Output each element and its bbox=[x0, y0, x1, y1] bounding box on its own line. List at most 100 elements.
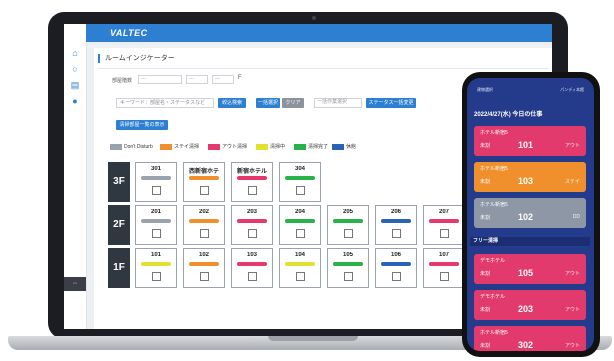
room-checkbox[interactable] bbox=[344, 229, 353, 238]
room-status-bar bbox=[333, 262, 363, 266]
room-card[interactable]: 304 bbox=[279, 162, 321, 202]
room-checkbox[interactable] bbox=[248, 229, 257, 238]
room-number: 301 bbox=[150, 166, 161, 172]
legend-label: Don't Disturb bbox=[124, 144, 153, 150]
floor-select-2[interactable]: --- bbox=[186, 75, 208, 84]
room-checkbox[interactable] bbox=[248, 186, 257, 195]
legend-label: ステイ清掃 bbox=[174, 144, 200, 150]
building-icon[interactable]: ▤ bbox=[70, 80, 80, 90]
room-status-bar bbox=[333, 219, 363, 223]
room-checkbox[interactable] bbox=[152, 229, 161, 238]
room-card[interactable]: 205 bbox=[327, 205, 369, 245]
job-card[interactable]: ホテル新宿5 未割 103 ステイ bbox=[474, 162, 586, 192]
room-checkbox[interactable] bbox=[440, 229, 449, 238]
job-type: アウト bbox=[564, 271, 580, 277]
job-hotel-name: デモホテル bbox=[480, 258, 506, 264]
room-card[interactable]: 西新宿ホテ bbox=[183, 162, 225, 202]
job-hotel-name: ホテル新宿5 bbox=[480, 202, 508, 208]
clear-button[interactable]: クリア bbox=[282, 98, 304, 108]
action-select[interactable]: 一括作業選択 bbox=[314, 98, 362, 108]
floor-select-1[interactable]: --- bbox=[138, 75, 182, 84]
room-card[interactable]: 103 bbox=[231, 248, 273, 288]
room-card[interactable]: 105 bbox=[327, 248, 369, 288]
room-status-bar bbox=[285, 176, 315, 180]
job-hotel-name: デモホテル bbox=[480, 294, 506, 300]
room-status-bar bbox=[429, 219, 459, 223]
room-checkbox[interactable] bbox=[440, 272, 449, 281]
room-card[interactable]: 101 bbox=[135, 248, 177, 288]
settings-icon[interactable]: ● bbox=[70, 96, 80, 106]
circle-icon[interactable]: ○ bbox=[70, 64, 80, 74]
room-status-bar bbox=[381, 219, 411, 223]
job-status: 未割 bbox=[480, 143, 491, 149]
top-bar: VALTEC bbox=[86, 24, 552, 42]
legend-swatch bbox=[294, 144, 306, 150]
job-type: アウト bbox=[564, 307, 580, 313]
job-card[interactable]: ホテル新宿5 未割 102 DD bbox=[474, 198, 586, 228]
search-button[interactable]: 絞込検索 bbox=[218, 98, 246, 108]
search-input[interactable]: キーワード：部屋名・ステータスなど bbox=[116, 98, 214, 108]
room-card[interactable]: 102 bbox=[183, 248, 225, 288]
room-number: 104 bbox=[294, 252, 305, 258]
room-card[interactable]: 206 bbox=[375, 205, 417, 245]
room-status-bar bbox=[429, 262, 459, 266]
floor-label: 3F bbox=[108, 162, 130, 202]
room-checkbox[interactable] bbox=[152, 272, 161, 281]
status-update-button[interactable]: ステータス一括変更 bbox=[366, 98, 416, 108]
room-checkbox[interactable] bbox=[152, 186, 161, 195]
floor-select-3[interactable]: --- bbox=[212, 75, 234, 84]
floor-label: 1F bbox=[108, 248, 130, 288]
room-checkbox[interactable] bbox=[200, 186, 209, 195]
legend-swatch bbox=[256, 144, 268, 150]
floor-label: 2F bbox=[108, 205, 130, 245]
logo: VALTEC bbox=[110, 28, 148, 38]
room-status-bar bbox=[141, 219, 171, 223]
phone-date-heading: 2022/4/27(水) 今日の仕事 bbox=[474, 112, 543, 118]
job-card[interactable]: ホテル新宿5 未割 302 アウト bbox=[474, 326, 586, 351]
room-card[interactable]: 104 bbox=[279, 248, 321, 288]
job-type: ステイ bbox=[564, 179, 580, 185]
job-room-number: 105 bbox=[518, 268, 534, 278]
job-card[interactable]: デモホテル 未割 105 アウト bbox=[474, 254, 586, 284]
room-checkbox[interactable] bbox=[344, 272, 353, 281]
room-checkbox[interactable] bbox=[200, 272, 209, 281]
room-checkbox[interactable] bbox=[296, 186, 305, 195]
room-checkbox[interactable] bbox=[392, 229, 401, 238]
room-status-bar bbox=[285, 262, 315, 266]
room-number: 101 bbox=[150, 252, 161, 258]
room-checkbox[interactable] bbox=[200, 229, 209, 238]
room-card[interactable]: 107 bbox=[423, 248, 465, 288]
room-card[interactable]: 207 bbox=[423, 205, 465, 245]
collapse-button[interactable]: ⇔ bbox=[64, 277, 86, 291]
floor-filter-label: 部屋階数 bbox=[112, 78, 133, 84]
job-type: DD bbox=[572, 214, 580, 220]
laptop-notch bbox=[268, 336, 358, 341]
phone-status-left[interactable]: 建物選択 bbox=[477, 87, 493, 93]
room-checkbox[interactable] bbox=[296, 229, 305, 238]
room-number: 新宿ホテル bbox=[236, 169, 267, 175]
job-card[interactable]: デモホテル 未割 203 アウト bbox=[474, 290, 586, 320]
legend-label: 休館 bbox=[346, 144, 357, 150]
room-status-bar bbox=[189, 262, 219, 266]
room-card[interactable]: 203 bbox=[231, 205, 273, 245]
room-card[interactable]: 201 bbox=[135, 205, 177, 245]
room-card[interactable]: 106 bbox=[375, 248, 417, 288]
room-number: 103 bbox=[246, 252, 257, 258]
checked-list-button[interactable]: 清掃部屋一覧の表示 bbox=[116, 120, 168, 130]
sidebar: ⌂ ○ ▤ ● ⇔ bbox=[64, 24, 87, 329]
room-checkbox[interactable] bbox=[392, 272, 401, 281]
free-cleaning-section: フリー清掃 bbox=[470, 237, 590, 246]
job-room-number: 102 bbox=[518, 212, 534, 222]
bulk-select-button[interactable]: 一括選択 bbox=[256, 98, 280, 108]
room-checkbox[interactable] bbox=[248, 272, 257, 281]
room-card[interactable]: 202 bbox=[183, 205, 225, 245]
job-card[interactable]: ホテル新宿5 未割 101 アウト bbox=[474, 126, 586, 156]
room-checkbox[interactable] bbox=[296, 272, 305, 281]
room-card[interactable]: 301 bbox=[135, 162, 177, 202]
room-number: 206 bbox=[390, 209, 401, 215]
room-card[interactable]: 新宿ホテル bbox=[231, 162, 273, 202]
home-icon[interactable]: ⌂ bbox=[70, 48, 80, 58]
job-room-number: 101 bbox=[518, 140, 534, 150]
room-card[interactable]: 204 bbox=[279, 205, 321, 245]
job-status: 未割 bbox=[480, 307, 491, 313]
